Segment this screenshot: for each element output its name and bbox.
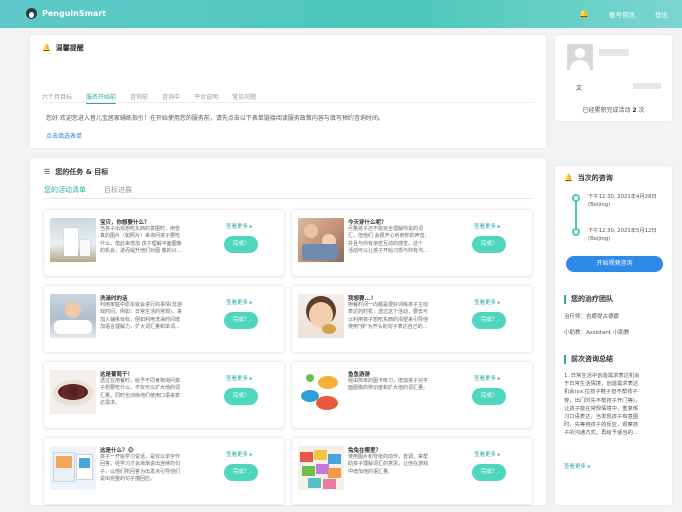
task-done-button[interactable]: 完成？ — [224, 388, 258, 405]
task-card: 洗澡时的话 利用家庭中原本就会进行的事情(非游 戏时间，例如：日常生活的常规)，… — [44, 286, 284, 352]
chevron-right-icon: ▸ — [587, 464, 591, 470]
timeline-dot — [572, 194, 580, 202]
task-desc: 透过在用餐时，给予不同食物询问孩 子想要吃什么，不仅可以扩大他的词 汇量，同时也… — [100, 378, 181, 407]
chevron-right-icon: ▸ — [497, 300, 501, 306]
task-desc: 用餐时间一向都是很好训练孩子主动 表达的时机，透过这个活动，要去可 以利用孩子想… — [348, 302, 429, 331]
task-card: 宝贝，你想要什么？ 当孩子出现想吃东西的意图时，用告 真的图片（如照片）来询问孩… — [44, 210, 284, 276]
tasks-title: ☰ 您的任务 & 目标 — [44, 168, 109, 176]
task-desc: 经由简单的图卡练习，增加孩子对平 面图像的辨识度和扩大他的词汇量。 — [348, 378, 429, 392]
next-consult-title: 🔔 当次的咨询 — [564, 174, 613, 182]
task-more-link[interactable]: 查看更多 ▸ — [226, 450, 253, 458]
tasks-tabs: 您的活动清单 目标进展 — [44, 185, 132, 199]
redacted-info — [633, 83, 661, 89]
summary-title: 前次咨询总结 — [564, 354, 613, 364]
task-done-button[interactable]: 完成？ — [472, 464, 506, 481]
top-bar: PenguinSmart 🔔 账号资讯 登出 — [0, 0, 682, 28]
task-done-button[interactable]: 完成？ — [472, 388, 506, 405]
notice-text: 您好 欢迎您进入皆儿宝居家辅练指引！在开始使用您的服务前，请先点击以下表单链接阅… — [46, 115, 384, 122]
profile-card: 文 已经累积完成活动 2 次 — [555, 35, 672, 121]
activity-count: 2 — [632, 107, 637, 114]
task-title: 鱼鱼游游 — [348, 372, 371, 378]
task-title: 洗澡时的话 — [100, 296, 128, 302]
task-card: 我想要...！ 用餐时间一向都是很好训练孩子主动 表达的时机，透过这个活动，要去… — [292, 286, 532, 352]
profile-status: 已经累积完成活动 2 次 — [582, 107, 645, 114]
task-more-link[interactable]: 查看更多 ▸ — [474, 222, 501, 230]
notice-card: 🔔 温馨提醒 六个月目标 服务开始前 咨询前 咨询中 平台说明 常见问题 您好 … — [30, 35, 546, 148]
tasks-card: ☰ 您的任务 & 目标 您的活动清单 目标进展 宝贝，你想要什么？ 当孩子出现想… — [30, 158, 546, 505]
logout-link[interactable]: 登出 — [655, 9, 668, 19]
task-title: 宝贝，你想要什么？ — [100, 220, 150, 226]
task-image-eating — [298, 294, 344, 338]
task-title: 这是什么？🐵 — [100, 448, 134, 454]
next-consult-card: 🔔 当次的咨询 下午12:30, 2021年4月28日 (Beijing) 下午1… — [555, 166, 672, 505]
task-image-fish — [298, 370, 344, 414]
task-card: 鱼鱼游游 经由简单的图卡练习，增加孩子对平 面图像的辨识度和扩大他的词汇量。 查… — [292, 362, 532, 428]
bell-icon: 🔔 — [42, 44, 51, 52]
tab-goal-progress[interactable]: 目标进展 — [104, 185, 132, 199]
task-image-bath — [50, 294, 96, 338]
chevron-right-icon: ▸ — [249, 300, 253, 306]
task-desc: 孩子一开始学习说话，是仅以单字作 回答，经学习才会渐渐说出连续的句 子，以他们所… — [100, 454, 181, 483]
task-image-dressing — [298, 218, 344, 262]
task-image-milk — [50, 218, 96, 262]
task-more-link[interactable]: 查看更多 ▸ — [226, 222, 253, 230]
chevron-right-icon: ▸ — [249, 376, 253, 382]
task-desc: 利用家庭中原本就会进行的事情(非游 戏时间，例如：日常生活的常规)，来 加入辅练… — [100, 302, 182, 331]
chevron-right-icon: ▸ — [249, 452, 253, 458]
start-video-button[interactable]: 开始视频咨询 — [566, 256, 663, 272]
bell-icon: 🔔 — [564, 174, 573, 182]
account-link[interactable]: 账号资讯 — [609, 9, 635, 19]
redacted-name — [599, 49, 629, 56]
avatar — [567, 44, 593, 70]
task-more-link[interactable]: 查看更多 ▸ — [474, 374, 501, 382]
therapist: 治疗师：吉娜提古德娜 — [564, 314, 620, 320]
task-card: 兔兔在哪里？ 使用图片和夸张的动作，音调，来帮 助孩子理解词汇的意思，让他在游戏… — [292, 438, 532, 504]
task-more-link[interactable]: 查看更多 ▸ — [226, 298, 253, 306]
chevron-right-icon: ▸ — [249, 224, 253, 230]
top-nav: 🔔 账号资讯 登出 — [579, 9, 668, 20]
team-title: 您的治疗团队 — [564, 294, 613, 304]
task-more-link[interactable]: 查看更多 ▸ — [226, 374, 253, 382]
summary-more-link[interactable]: 查看更多 ▸ — [564, 462, 591, 470]
task-card: 这是什么？🐵 孩子一开始学习说话，是仅以单字作 回答，经学习才会渐渐说出连续的句… — [44, 438, 284, 504]
session-2: 下午12:30, 2021年5月12日 (Beijing) — [588, 228, 657, 242]
task-card: 今天穿什么呢？ 尽量孩子还不能完全理解你说的词 汇，但他们 会很开心听到你的声音… — [292, 210, 532, 276]
task-done-button[interactable]: 完成？ — [224, 236, 258, 253]
summary-text: 1. 日常生活中创造需求表达机会 于日常生活情境，创造需求表达 机会(ex:拉孩… — [564, 373, 641, 437]
task-title: 这是葡萄干！ — [100, 372, 134, 378]
task-image-book — [50, 446, 96, 490]
assistant: 小助教：Assistant 小助教 — [564, 330, 630, 336]
chevron-right-icon: ▸ — [497, 224, 501, 230]
task-done-button[interactable]: 完成？ — [472, 236, 506, 253]
task-card: 这是葡萄干！ 透过在用餐时，给予不同食物询问孩 子想要吃什么，不仅可以扩大他的词… — [44, 362, 284, 428]
notice-title: 🔔 温馨提醒 — [42, 44, 84, 52]
chevron-right-icon: ▸ — [497, 376, 501, 382]
tab-activity-list[interactable]: 您的活动清单 — [44, 185, 86, 199]
list-icon: ☰ — [44, 168, 51, 176]
task-more-link[interactable]: 查看更多 ▸ — [474, 450, 501, 458]
task-title: 兔兔在哪里？ — [348, 448, 382, 454]
task-image-cards — [298, 446, 344, 490]
task-title: 今天穿什么呢？ — [348, 220, 387, 226]
brand[interactable]: PenguinSmart — [26, 8, 106, 19]
profile-name: 文 — [576, 85, 583, 92]
task-desc: 使用图片和夸张的动作，音调，来帮 助孩子理解词汇的意思，让他在游戏 中增加他的语… — [348, 454, 429, 475]
task-title: 我想要...！ — [348, 296, 377, 302]
bell-icon[interactable]: 🔔 — [579, 10, 589, 18]
divider — [42, 102, 534, 103]
task-more-link[interactable]: 查看更多 ▸ — [474, 298, 501, 306]
form-link[interactable]: 点击填选表单 — [46, 131, 82, 140]
session-1: 下午12:30, 2021年4月28日 (Beijing) — [588, 194, 657, 208]
task-done-button[interactable]: 完成？ — [224, 464, 258, 481]
task-desc: 当孩子出现想吃东西的意图时，用告 真的图片（如照片）来询问孩子要吃 什么，借此来… — [100, 226, 182, 255]
timeline-dot — [572, 228, 580, 236]
task-done-button[interactable]: 完成？ — [472, 312, 506, 329]
brand-name: PenguinSmart — [42, 9, 107, 18]
task-image-raisins — [50, 370, 96, 414]
penguin-logo-icon — [26, 8, 37, 19]
task-desc: 尽量孩子还不能完全理解你说的词 汇，但他们 会很开心听到你的声音， 并且与你有亲… — [348, 226, 430, 255]
chevron-right-icon: ▸ — [497, 452, 501, 458]
divider — [44, 198, 532, 199]
task-done-button[interactable]: 完成？ — [224, 312, 258, 329]
